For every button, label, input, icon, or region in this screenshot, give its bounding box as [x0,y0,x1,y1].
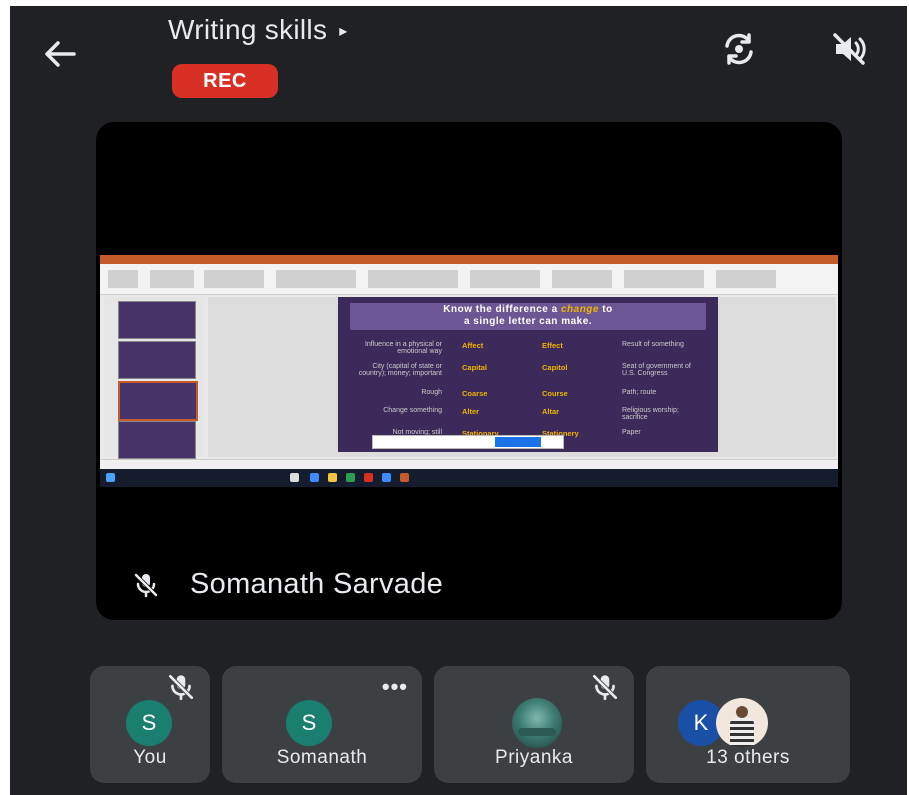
row-word2: Effect [542,341,563,350]
slide-thumbnails [104,297,204,459]
slide-thumbnail-selected [118,381,198,421]
participant-tile-others[interactable]: K 13 others [646,666,850,783]
switch-camera-icon [725,33,753,65]
row-word1: Capital [462,363,488,372]
slide-thumbnail [118,341,196,379]
shared-screen: Know the difference a change to a single… [100,255,838,487]
back-button[interactable] [38,32,82,76]
participant-name: You [133,747,167,768]
windows-taskbar [100,469,838,487]
row-left: Change something [383,407,442,414]
mic-off-icon [134,573,158,597]
recording-badge: REC [172,64,278,98]
row-right: Paper [622,429,641,436]
stop-sharing-button [495,437,541,447]
avatar: S [126,700,172,746]
slide: Know the difference a change to a single… [338,297,718,452]
powerpoint-ribbon [100,264,838,295]
slide-title-highlight: change [560,304,599,315]
meeting-title-text: Writing skills [168,14,328,45]
row-left: Influence in a physical or emotional way [364,341,442,355]
slide-title: Know the difference a change to a single… [350,303,706,330]
participant-tile-priyanka[interactable]: Priyanka [434,666,634,783]
slide-title-part: to [598,304,613,315]
row-right: Result of something [622,341,684,348]
screen-share-notice [372,435,564,449]
mic-off-icon [168,674,194,701]
row-word2: Capitol [542,363,568,372]
row-word2: Altar [542,407,560,416]
slide-title-part: Know the difference a [443,304,561,315]
row-left: City (capital of state or country); mone… [358,363,442,377]
participant-name: 13 others [706,747,790,768]
row-left: Rough [421,389,442,396]
meet-call-screen: Writing skills ▸ REC Know the difference… [10,6,907,795]
row-right: Seat of government of U.S. Congress [622,363,691,377]
row-right: Path; route [622,389,657,396]
slide-title-line2: a single letter can make. [463,316,593,327]
speaker-off-button[interactable] [826,26,872,72]
top-bar: Writing skills ▸ REC [10,6,907,116]
caret-right-icon: ▸ [339,23,348,40]
slide-thumbnail [118,301,196,339]
slide-thumbnail [118,421,196,459]
row-word1: Alter [462,407,480,416]
mic-off-icon [592,674,618,701]
slide-canvas: Know the difference a change to a single… [208,297,836,457]
avatar-photo [716,698,768,748]
more-options-icon[interactable]: ••• [382,674,408,700]
row-word1: Coarse [462,389,488,398]
participant-tile-somanath[interactable]: S ••• Somanath [222,666,422,783]
switch-camera-button[interactable] [716,26,762,72]
meeting-title[interactable]: Writing skills ▸ [168,14,347,46]
avatar: S [286,700,332,746]
row-word2: Course [542,389,568,398]
participant-tile-you[interactable]: S You [90,666,210,783]
back-arrow-icon [45,41,76,67]
presentation-stage[interactable]: Know the difference a change to a single… [96,122,842,620]
row-right: Religious worship; sacrifice [622,407,679,421]
avatar-photo [512,698,562,748]
presenter-name: Somanath Sarvade [190,568,444,600]
presenter-label: Somanath Sarvade [132,568,443,601]
participant-name: Somanath [276,747,368,768]
volume-off-icon [833,33,866,65]
participant-name: Priyanka [495,747,573,768]
powerpoint-title-bar [100,255,838,264]
row-word1: Affect [462,341,484,350]
